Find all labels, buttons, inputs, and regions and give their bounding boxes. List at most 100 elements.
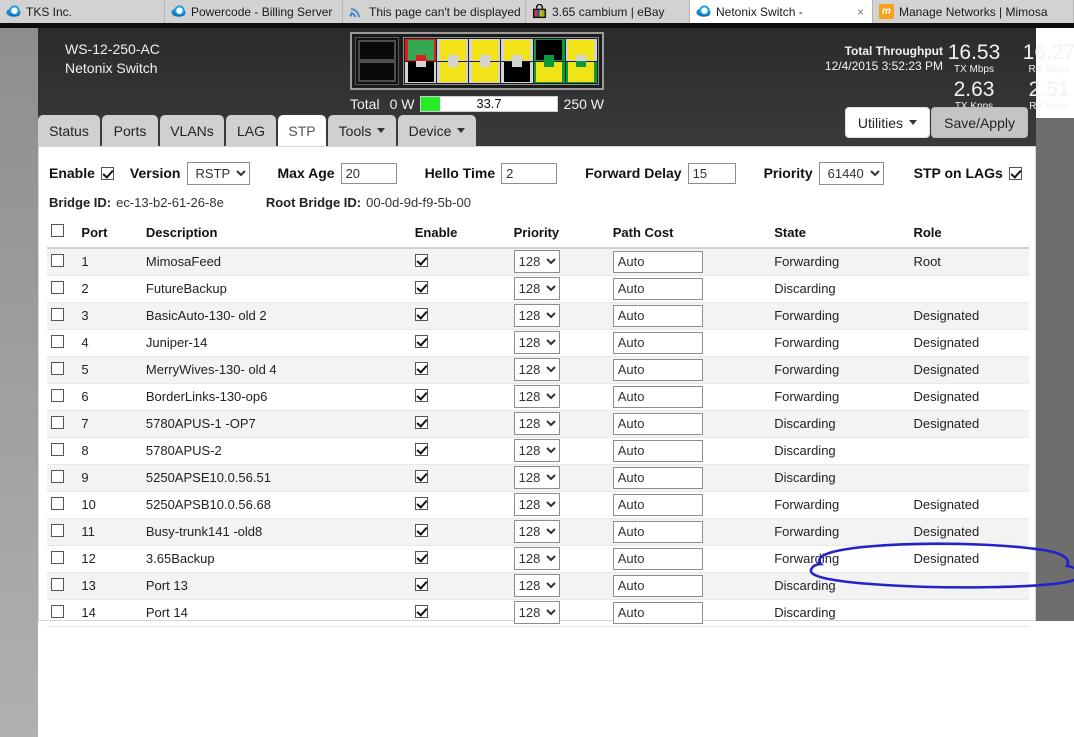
row-select-checkbox[interactable] <box>51 362 64 375</box>
port-priority-select[interactable]: 128 <box>514 412 560 435</box>
table-row[interactable]: 11Busy-trunk141 -old8128ForwardingDesign… <box>47 518 1029 545</box>
table-row[interactable]: 5MerryWives-130- old 4128ForwardingDesig… <box>47 356 1029 383</box>
port-path-cost-input[interactable] <box>613 359 703 381</box>
port-path-cost-input[interactable] <box>613 494 703 516</box>
tab-stp[interactable]: STP <box>278 115 326 146</box>
column-header-description[interactable]: Description <box>146 220 415 248</box>
browser-tab-5[interactable]: Netonix Switch -× <box>690 0 873 23</box>
hello-time-input[interactable] <box>501 163 557 184</box>
port-path-cost-input[interactable] <box>613 413 703 435</box>
port-enable-checkbox[interactable] <box>415 362 428 375</box>
port-enable-checkbox[interactable] <box>415 308 428 321</box>
port-enable-checkbox[interactable] <box>415 497 428 510</box>
switch-port-3[interactable] <box>437 39 468 61</box>
port-priority-select[interactable]: 128 <box>514 493 560 516</box>
tab-device[interactable]: Device <box>398 115 476 146</box>
port-path-cost-input[interactable] <box>613 575 703 597</box>
browser-tab-4[interactable]: 3.65 cambium | eBay <box>526 0 690 23</box>
sfp-port-icon[interactable] <box>358 61 396 82</box>
switch-port-4[interactable] <box>437 62 468 84</box>
column-header-path-cost[interactable]: Path Cost <box>613 220 774 248</box>
port-priority-select[interactable]: 128 <box>514 547 560 570</box>
tab-status[interactable]: Status <box>38 115 100 146</box>
save-apply-button[interactable]: Save/Apply <box>931 107 1028 138</box>
tab-ports[interactable]: Ports <box>102 115 158 146</box>
switch-port-7[interactable] <box>501 39 532 61</box>
table-row[interactable]: 123.65Backup128ForwardingDesignated <box>47 545 1029 572</box>
column-header-enable[interactable]: Enable <box>415 220 514 248</box>
page-right-scroll-gutter[interactable] <box>1036 118 1074 621</box>
table-row[interactable]: 2FutureBackup128Discarding <box>47 275 1029 302</box>
port-priority-select[interactable]: 128 <box>514 574 560 597</box>
tab-vlans[interactable]: VLANs <box>160 115 224 146</box>
browser-tab-6[interactable]: mManage Networks | Mimosa <box>873 0 1074 23</box>
row-select-checkbox[interactable] <box>51 578 64 591</box>
table-row[interactable]: 14Port 14128Discarding <box>47 599 1029 626</box>
port-enable-checkbox[interactable] <box>415 524 428 537</box>
row-select-checkbox[interactable] <box>51 308 64 321</box>
row-select-checkbox[interactable] <box>51 254 64 267</box>
tab-tools[interactable]: Tools <box>328 115 396 146</box>
column-header-priority[interactable]: Priority <box>514 220 613 248</box>
browser-tab-1[interactable]: TKS Inc. <box>0 0 165 23</box>
close-icon[interactable]: × <box>843 5 864 19</box>
sfp-port-icon[interactable] <box>358 40 396 61</box>
port-priority-select[interactable]: 128 <box>514 304 560 327</box>
utilities-button[interactable]: Utilities <box>845 107 930 138</box>
row-select-checkbox[interactable] <box>51 281 64 294</box>
port-path-cost-input[interactable] <box>613 521 703 543</box>
row-select-checkbox[interactable] <box>51 605 64 618</box>
switch-port-1[interactable] <box>405 39 436 61</box>
port-priority-select[interactable]: 128 <box>514 466 560 489</box>
port-enable-checkbox[interactable] <box>415 416 428 429</box>
column-header-role[interactable]: Role <box>913 220 1029 248</box>
port-path-cost-input[interactable] <box>613 386 703 408</box>
row-select-checkbox[interactable] <box>51 389 64 402</box>
browser-tab-3[interactable]: This page can't be displayed <box>343 0 526 23</box>
column-header-state[interactable]: State <box>774 220 913 248</box>
switch-port-11[interactable] <box>566 39 597 61</box>
port-priority-select[interactable]: 128 <box>514 250 560 273</box>
port-priority-select[interactable]: 128 <box>514 277 560 300</box>
port-enable-checkbox[interactable] <box>415 335 428 348</box>
switch-port-10[interactable] <box>534 62 565 84</box>
port-path-cost-input[interactable] <box>613 548 703 570</box>
port-path-cost-input[interactable] <box>613 305 703 327</box>
select-all-checkbox[interactable] <box>51 224 64 237</box>
row-select-checkbox[interactable] <box>51 551 64 564</box>
table-row[interactable]: 3BasicAuto-130- old 2128ForwardingDesign… <box>47 302 1029 329</box>
table-row[interactable]: 6BorderLinks-130-op6128ForwardingDesigna… <box>47 383 1029 410</box>
browser-tab-2[interactable]: Powercode - Billing Server <box>165 0 343 23</box>
table-row[interactable]: 95250APSE10.0.56.51128Discarding <box>47 464 1029 491</box>
bridge-priority-select[interactable]: 0409681923276861440 <box>819 162 884 185</box>
port-priority-select[interactable]: 128 <box>514 358 560 381</box>
port-enable-checkbox[interactable] <box>415 578 428 591</box>
port-path-cost-input[interactable] <box>613 440 703 462</box>
max-age-input[interactable] <box>341 163 397 184</box>
table-row[interactable]: 105250APSB10.0.56.68128ForwardingDesigna… <box>47 491 1029 518</box>
row-select-checkbox[interactable] <box>51 416 64 429</box>
port-enable-checkbox[interactable] <box>415 281 428 294</box>
port-path-cost-input[interactable] <box>613 332 703 354</box>
row-select-checkbox[interactable] <box>51 443 64 456</box>
switch-port-9[interactable] <box>534 39 565 61</box>
switch-port-12[interactable] <box>566 62 597 84</box>
row-select-checkbox[interactable] <box>51 335 64 348</box>
switch-port-8[interactable] <box>501 62 532 84</box>
port-priority-select[interactable]: 128 <box>514 331 560 354</box>
table-row[interactable]: 75780APUS-1 -OP7128DiscardingDesignated <box>47 410 1029 437</box>
switch-port-6[interactable] <box>469 62 500 84</box>
column-header-port[interactable]: Port <box>81 220 145 248</box>
port-priority-select[interactable]: 128 <box>514 601 560 624</box>
table-row[interactable]: 85780APUS-2128Discarding <box>47 437 1029 464</box>
stp-enable-checkbox[interactable] <box>101 167 114 180</box>
port-priority-select[interactable]: 128 <box>514 520 560 543</box>
stp-on-lags-checkbox[interactable] <box>1009 167 1022 180</box>
version-select[interactable]: STPRSTP <box>187 162 250 185</box>
forward-delay-input[interactable] <box>688 163 736 184</box>
switch-port-5[interactable] <box>469 39 500 61</box>
port-path-cost-input[interactable] <box>613 602 703 624</box>
port-priority-select[interactable]: 128 <box>514 439 560 462</box>
tab-lag[interactable]: LAG <box>226 115 276 146</box>
switch-port-2[interactable] <box>405 62 436 84</box>
